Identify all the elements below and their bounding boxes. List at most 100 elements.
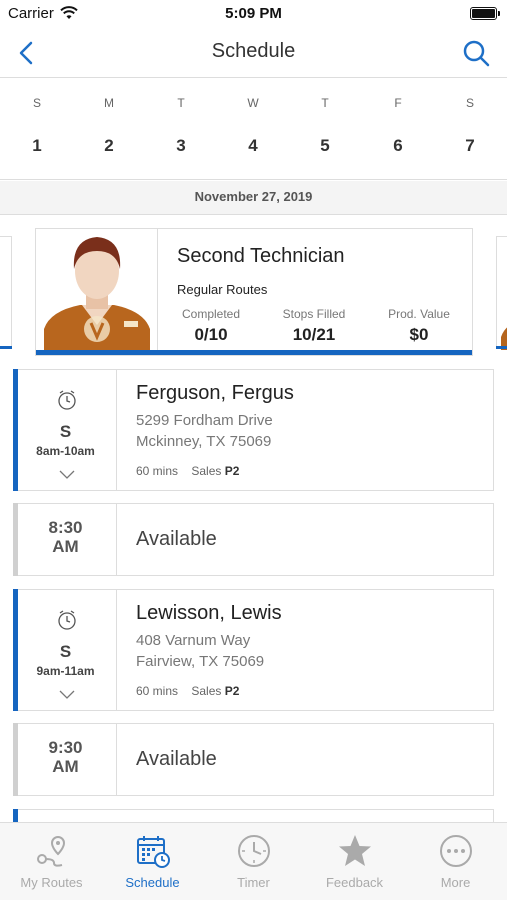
stat-value: 0/10 <box>194 325 228 344</box>
day-letter: T <box>177 96 185 110</box>
chevron-down-icon[interactable] <box>59 470 75 480</box>
navigation-bar: Schedule <box>0 28 507 78</box>
day-letter: S <box>32 96 41 110</box>
available-slot[interactable]: 8:30 AM Available <box>13 503 494 576</box>
clock-icon <box>58 610 76 630</box>
calendar-clock-icon <box>137 836 170 868</box>
route-type: Regular Routes <box>177 282 268 297</box>
appointment-card[interactable]: S 9am-11am Lewisson, Lewis 408 Varnum Wa… <box>13 589 494 711</box>
technician-name: Second Technician <box>177 245 345 267</box>
selected-date-header: November 27, 2019 <box>0 181 507 215</box>
address-line-1: 5299 Fordham Drive <box>136 412 273 429</box>
slot-status: Available <box>136 748 217 770</box>
previous-card-indicator <box>0 346 12 349</box>
tab-label: My Routes <box>20 875 83 890</box>
day-sunday[interactable]: S 1 <box>7 79 67 179</box>
day-wednesday[interactable]: W 4 <box>223 79 283 179</box>
stat-stops-filled: Stops Filled 10/21 <box>266 307 362 345</box>
address-line-2: Mckinney, TX 75069 <box>136 433 272 450</box>
star-icon <box>339 835 371 866</box>
appointment-category: Sales <box>191 684 222 698</box>
tab-label: More <box>440 875 471 890</box>
stat-label: Completed <box>181 307 241 321</box>
slot-time-column: 9:30 AM <box>14 724 117 795</box>
appointment-card[interactable]: S 8am-10am Ferguson, Fergus 5299 Fordham… <box>13 369 494 491</box>
appointment-type-letter: S <box>59 642 72 661</box>
day-number: 2 <box>104 136 114 155</box>
appointment-window: 9am-11am <box>36 664 95 678</box>
slot-time-meridiem: AM <box>52 757 79 776</box>
next-card-indicator <box>496 346 507 349</box>
day-letter: F <box>394 96 402 110</box>
tab-my-routes[interactable]: My Routes <box>1 823 102 900</box>
technician-card[interactable]: Second Technician Regular Routes Complet… <box>35 228 473 356</box>
appointment-meta: 60 mins Sales P2 <box>136 684 239 698</box>
stat-value: $0 <box>409 325 429 344</box>
avatar-peek <box>501 327 507 350</box>
next-technician-card[interactable] <box>496 236 507 350</box>
technician-avatar-icon <box>44 237 150 351</box>
day-friday[interactable]: F 6 <box>368 79 428 179</box>
tab-label: Timer <box>237 875 270 890</box>
slot-time-hour: 8:30 <box>48 518 83 537</box>
day-number: 6 <box>393 136 403 155</box>
customer-name: Ferguson, Fergus <box>136 382 294 404</box>
day-number: 3 <box>176 136 186 155</box>
appointment-duration: 60 mins <box>136 684 179 698</box>
tab-label: Schedule <box>125 875 180 890</box>
tab-bar: My Routes Schedule Timer Feedback More <box>0 822 507 900</box>
day-tuesday[interactable]: T 3 <box>151 79 211 179</box>
slot-time: 8:30 AM <box>14 518 117 556</box>
day-monday[interactable]: M 2 <box>79 79 139 179</box>
appointment-type-letter: S <box>59 422 72 441</box>
day-number: 4 <box>248 136 258 155</box>
address-line-1: 408 Varnum Way <box>136 632 251 649</box>
slot-time-hour: 9:30 <box>48 738 83 757</box>
week-strip: S 1 M 2 T 3 W 4 T 5 F 6 S 7 <box>0 79 507 180</box>
route-map-icon <box>37 835 66 867</box>
appointment-window: 8am-10am <box>36 444 95 458</box>
tab-label: Feedback <box>325 875 384 890</box>
appointment-time-column: S 9am-11am <box>14 590 117 710</box>
day-letter: S <box>465 96 474 110</box>
tab-more[interactable]: More <box>405 823 506 900</box>
page-title: Schedule <box>211 40 296 62</box>
battery-icon <box>470 7 500 20</box>
stat-value: 10/21 <box>292 325 336 344</box>
tab-schedule[interactable]: Schedule <box>102 823 203 900</box>
slot-time: 9:30 AM <box>14 738 117 776</box>
stat-completed: Completed 0/10 <box>163 307 259 345</box>
appointment-category: Sales <box>191 464 222 478</box>
appointment-meta: 60 mins Sales P2 <box>136 464 239 478</box>
status-bar: Carrier 5:09 PM <box>0 0 507 28</box>
stat-label: Stops Filled <box>282 307 346 321</box>
day-number: 7 <box>465 136 475 155</box>
appointment-duration: 60 mins <box>136 464 179 478</box>
address-line-2: Fairview, TX 75069 <box>136 653 265 670</box>
search-icon[interactable] <box>461 38 491 68</box>
slot-time-meridiem: AM <box>52 537 79 556</box>
available-slot[interactable]: 9:30 AM Available <box>13 723 494 796</box>
customer-name: Lewisson, Lewis <box>136 602 282 624</box>
day-letter: T <box>321 96 329 110</box>
clock-icon <box>58 390 76 410</box>
slot-time-column: 8:30 AM <box>14 504 117 575</box>
appointment-priority: P2 <box>224 684 240 698</box>
more-dots-icon <box>440 835 472 867</box>
day-letter: M <box>104 96 114 110</box>
status-time: 5:09 PM <box>225 5 282 22</box>
appointment-time-column: S 8am-10am <box>14 370 117 490</box>
day-letter: W <box>247 96 259 110</box>
day-number: 5 <box>320 136 330 155</box>
appointment-priority: P2 <box>224 464 240 478</box>
stopwatch-icon <box>238 835 270 867</box>
slot-status: Available <box>136 528 217 550</box>
day-number: 1 <box>32 136 42 155</box>
day-saturday[interactable]: S 7 <box>440 79 500 179</box>
day-thursday[interactable]: T 5 <box>295 79 355 179</box>
previous-technician-card[interactable] <box>0 236 12 349</box>
chevron-down-icon[interactable] <box>59 690 75 700</box>
tab-feedback[interactable]: Feedback <box>304 823 405 900</box>
tab-timer[interactable]: Timer <box>203 823 304 900</box>
card-selected-indicator <box>36 350 472 355</box>
